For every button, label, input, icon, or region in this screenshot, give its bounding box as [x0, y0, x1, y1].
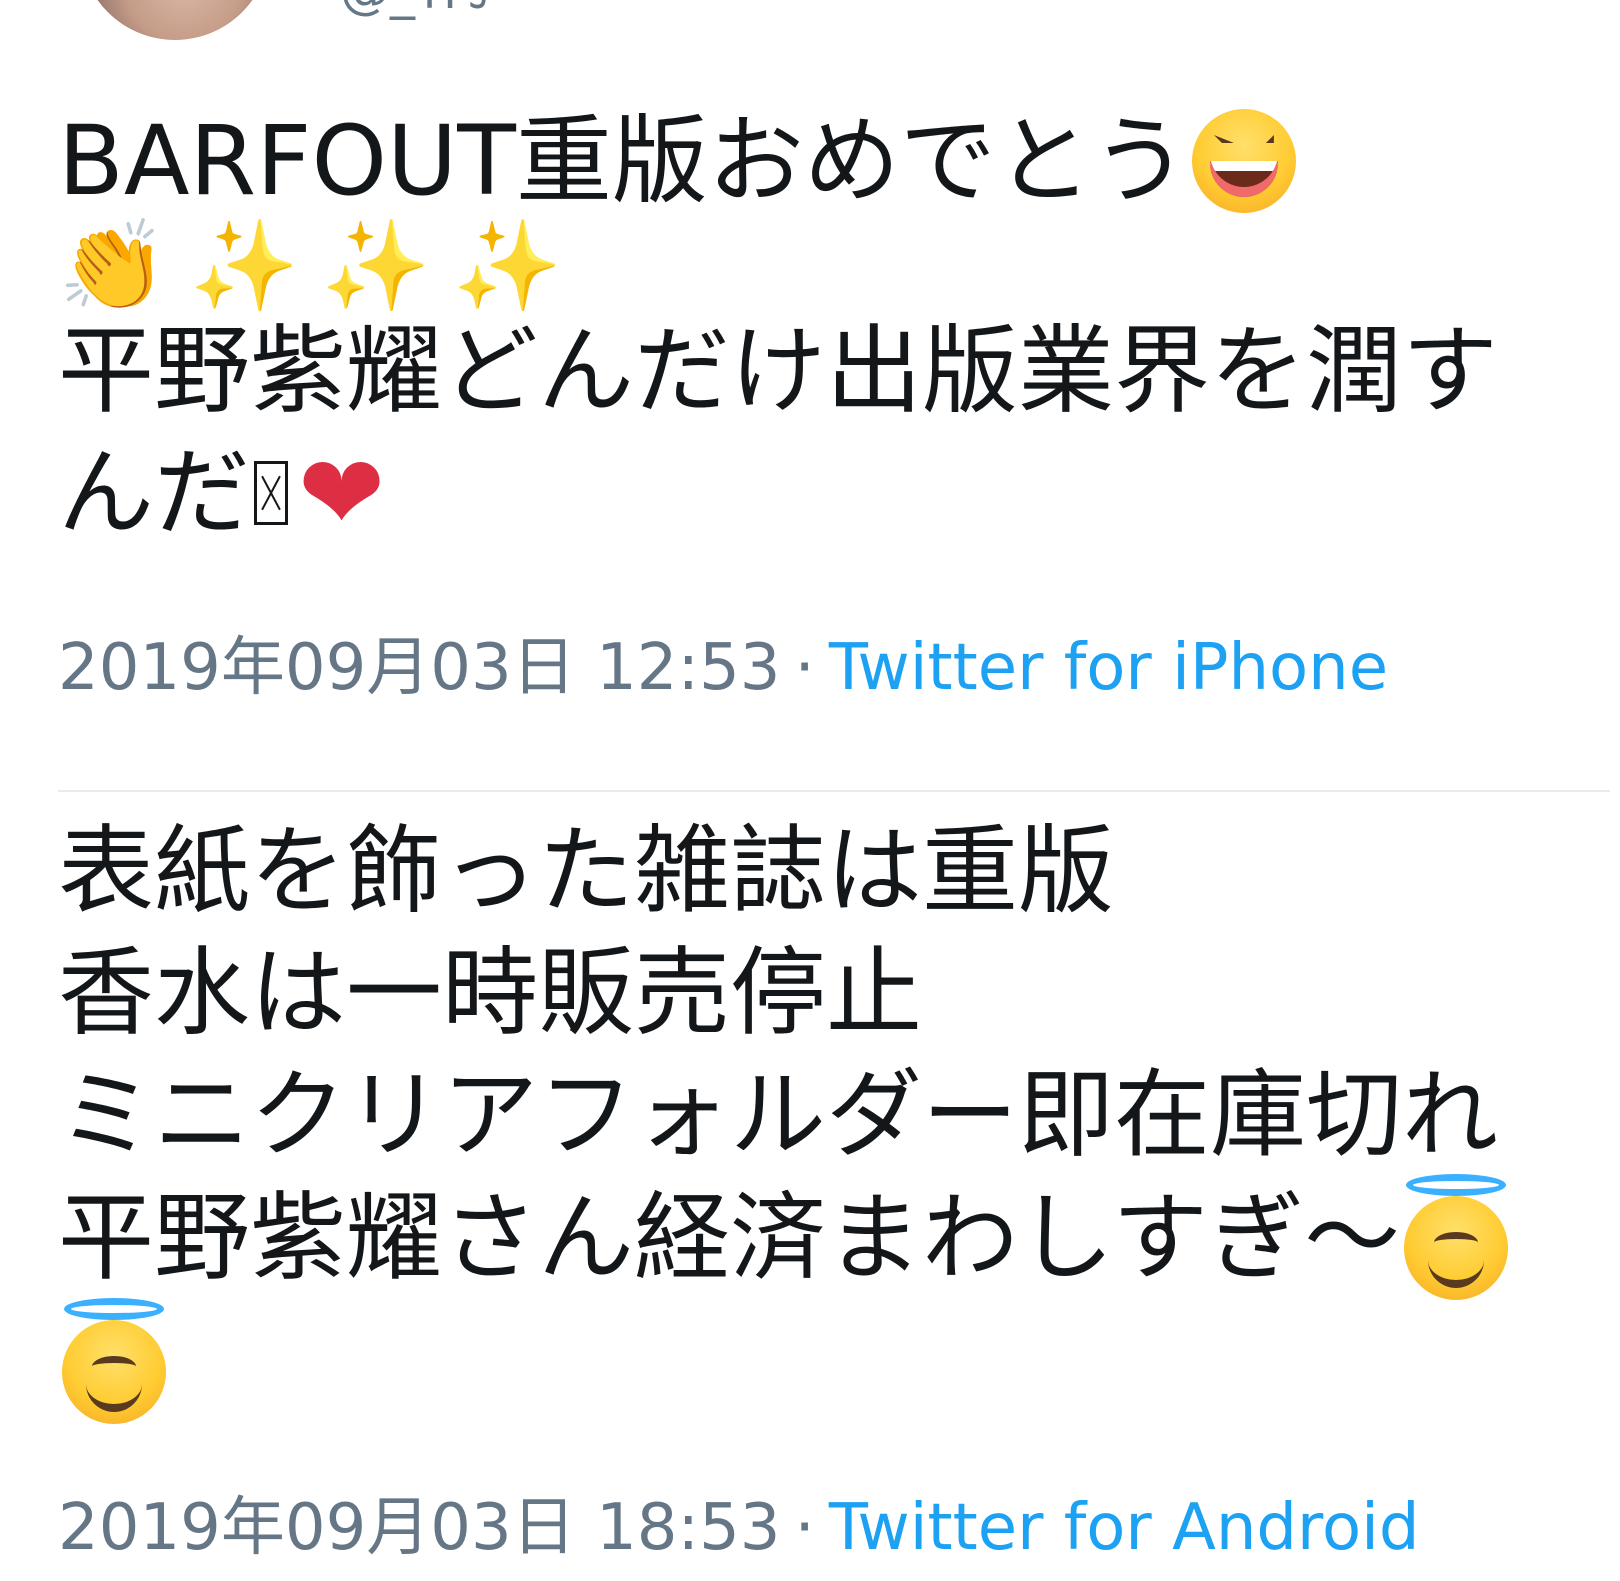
red-heart-emoji-icon: ❤: [298, 432, 386, 554]
clapping-hands-emoji-icon: 👏: [58, 214, 168, 317]
tweet-2-line-1: 表紙を飾った雑誌は重版: [58, 810, 1580, 932]
user-avatar[interactable]: [80, 0, 270, 40]
tweet-2-line-3: ミニクリアフォルダー即在庫切れ: [58, 1054, 1580, 1176]
tweet-1-line-1-text: BARFOUT重版おめでとう: [58, 105, 1188, 217]
tweet-2-line-1-text: 表紙を飾った雑誌は重版: [58, 815, 1114, 927]
missing-glyph-icon: [254, 461, 288, 525]
user-handle[interactable]: @_ᴛᴘᴊ: [340, 0, 490, 20]
tweet-1[interactable]: BARFOUT重版おめでとう 👏 ✨ ✨ ✨ 平野紫耀どんだけ出版業界を潤す ん…: [58, 100, 1580, 554]
tweet-1-meta: 2019年09月03日 12:53 · Twitter for iPhone: [58, 628, 1388, 708]
tweet-1-text: BARFOUT重版おめでとう 👏 ✨ ✨ ✨ 平野紫耀どんだけ出版業界を潤す ん…: [58, 100, 1580, 554]
tweet-1-line-3-text: 平野紫耀どんだけ出版業界を潤す: [58, 315, 1498, 427]
tweet-1-line-4-text: んだ: [58, 437, 250, 549]
tweet-1-line-4: んだ ❤: [58, 432, 1580, 554]
tweet-2-line-5: [58, 1298, 1580, 1424]
sparkles-emoji-icon: ✨: [321, 214, 431, 317]
tweet-2-meta: 2019年09月03日 18:53 · Twitter for Android: [58, 1488, 1420, 1568]
sparkles-emoji-icon: ✨: [452, 214, 563, 317]
tweet-2-line-4-text: 平野紫耀さん経済まわしすぎ〜: [58, 1182, 1401, 1294]
smiling-face-with-halo-emoji-icon: [1404, 1174, 1509, 1300]
smiling-face-with-halo-emoji-icon: [62, 1298, 166, 1424]
tweet-1-line-3: 平野紫耀どんだけ出版業界を潤す: [58, 310, 1580, 432]
halo-icon: [1406, 1174, 1507, 1196]
tweet-divider: [58, 790, 1610, 792]
tweet-1-line-1: BARFOUT重版おめでとう: [58, 100, 1580, 222]
tweet-1-emoji-row: 👏 ✨ ✨ ✨: [58, 222, 1580, 310]
tweet-2-source-link[interactable]: Twitter for Android: [829, 1491, 1420, 1565]
tweet-1-source-link[interactable]: Twitter for iPhone: [829, 631, 1388, 705]
tweet-2-line-3-text: ミニクリアフォルダー即在庫切れ: [58, 1059, 1498, 1171]
tweet-2-line-2-text: 香水は一時販売停止: [58, 937, 922, 1049]
tweet-2[interactable]: 表紙を飾った雑誌は重版 香水は一時販売停止 ミニクリアフォルダー即在庫切れ 平野…: [58, 810, 1580, 1424]
tweet-2-timestamp[interactable]: 2019年09月03日 18:53: [58, 1491, 781, 1565]
meta-separator: ·: [794, 1491, 815, 1565]
tweet-2-line-4: 平野紫耀さん経済まわしすぎ〜: [58, 1174, 1580, 1300]
sparkles-emoji-icon: ✨: [189, 214, 300, 317]
laughing-face-emoji-icon: [1191, 109, 1296, 213]
tweet-2-line-2: 香水は一時販売停止: [58, 932, 1580, 1054]
tweet-1-timestamp[interactable]: 2019年09月03日 12:53: [58, 631, 781, 705]
halo-icon: [64, 1298, 164, 1320]
meta-separator: ·: [794, 631, 815, 705]
tweet-2-text: 表紙を飾った雑誌は重版 香水は一時販売停止 ミニクリアフォルダー即在庫切れ 平野…: [58, 810, 1580, 1424]
